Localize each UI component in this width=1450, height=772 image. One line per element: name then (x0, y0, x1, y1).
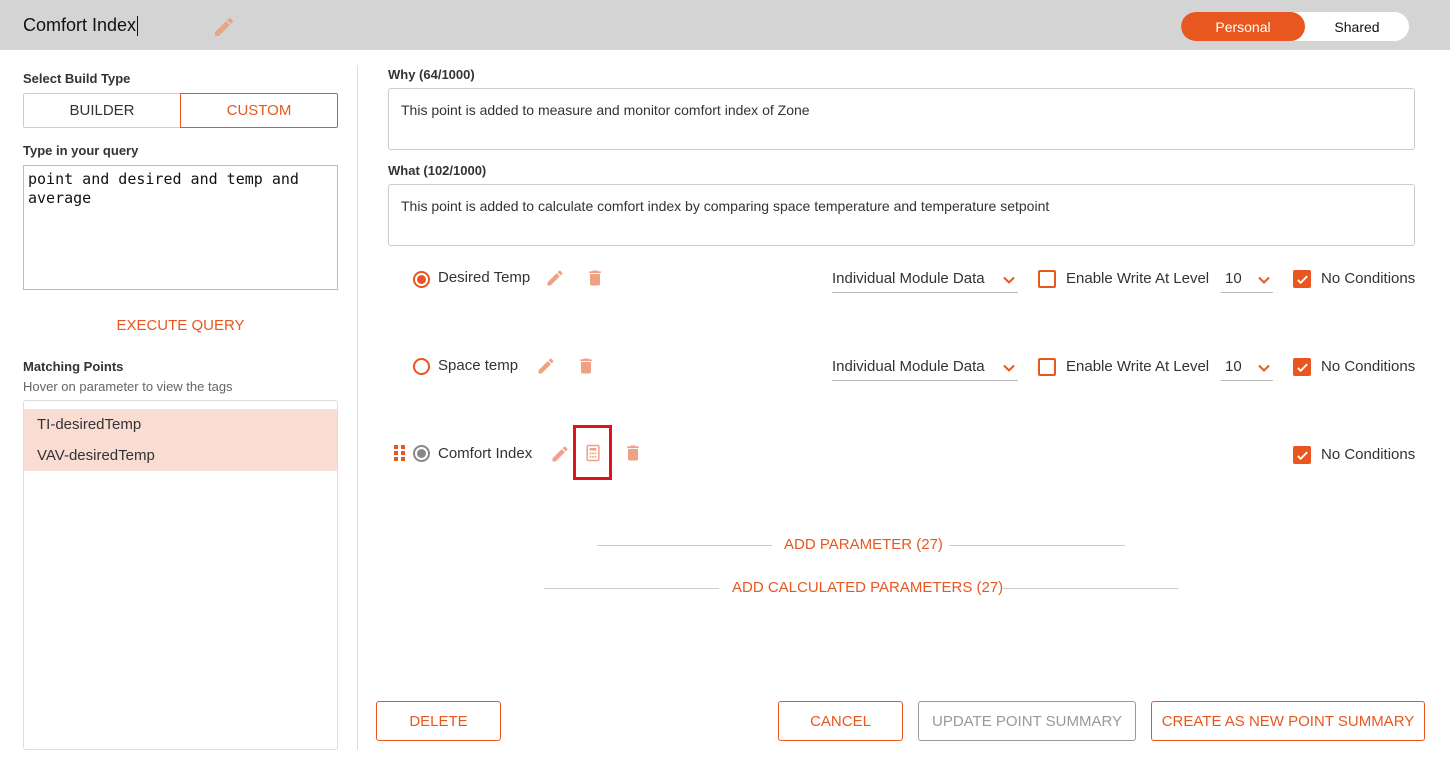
matching-points-list: TI-desiredTemp VAV-desiredTemp (23, 400, 338, 750)
chevron-down-icon (1003, 364, 1015, 372)
level-select[interactable]: 10 (1221, 355, 1273, 381)
level-value: 10 (1225, 358, 1242, 375)
no-conditions-checkbox[interactable] (1293, 270, 1311, 288)
scope-personal-button[interactable]: Personal (1181, 12, 1305, 41)
scope-shared-button[interactable]: Shared (1305, 12, 1409, 41)
pencil-icon[interactable] (550, 444, 570, 464)
check-icon (1297, 451, 1308, 461)
param-radio-desired-temp[interactable] (413, 271, 430, 288)
query-label: Type in your query (23, 143, 139, 158)
level-select[interactable]: 10 (1221, 267, 1273, 293)
enable-write-checkbox[interactable] (1038, 358, 1056, 376)
pencil-icon[interactable] (536, 356, 556, 376)
pencil-icon[interactable] (212, 15, 236, 39)
why-field[interactable]: This point is added to measure and monit… (388, 88, 1415, 150)
trash-icon[interactable] (585, 268, 605, 288)
builder-button[interactable]: BUILDER (23, 93, 180, 128)
enable-write-label: Enable Write At Level (1066, 270, 1210, 287)
point-title[interactable]: Comfort Index (23, 15, 139, 36)
what-field[interactable]: This point is added to calculate comfort… (388, 184, 1415, 246)
chevron-down-icon (1258, 276, 1270, 284)
update-point-summary-button[interactable]: UPDATE POINT SUMMARY (918, 701, 1136, 741)
add-calculated-parameters-link[interactable]: ADD CALCULATED PARAMETERS (27) (732, 579, 1003, 596)
param-name-space-temp: Space temp (438, 357, 519, 374)
text-cursor (137, 15, 139, 36)
level-value: 10 (1225, 270, 1242, 287)
add-parameter-link[interactable]: ADD PARAMETER (27) (784, 536, 943, 553)
list-item[interactable]: VAV-desiredTemp (24, 440, 337, 471)
scope-toggle: Personal Shared (1181, 12, 1409, 41)
build-type-label: Select Build Type (23, 71, 131, 86)
param-radio-comfort-index[interactable] (413, 445, 430, 462)
matching-points-hint: Hover on parameter to view the tags (23, 379, 233, 394)
divider-line (949, 545, 1125, 546)
param-radio-space-temp[interactable] (413, 358, 430, 375)
panel-divider (357, 65, 358, 750)
divider-line (1003, 588, 1178, 589)
enable-write-label: Enable Write At Level (1066, 358, 1210, 375)
no-conditions-label: No Conditions (1321, 270, 1416, 287)
pencil-icon[interactable] (545, 268, 565, 288)
enable-write-checkbox[interactable] (1038, 270, 1056, 288)
data-source-select[interactable]: Individual Module Data (832, 355, 1018, 381)
no-conditions-checkbox[interactable] (1293, 446, 1311, 464)
data-source-value: Individual Module Data (832, 270, 985, 287)
divider-line (597, 545, 772, 546)
create-new-point-summary-button[interactable]: CREATE AS NEW POINT SUMMARY (1151, 701, 1425, 741)
data-source-select[interactable]: Individual Module Data (832, 267, 1018, 293)
cancel-button[interactable]: CANCEL (778, 701, 903, 741)
what-label: What (102/1000) (388, 163, 487, 178)
custom-button[interactable]: CUSTOM (180, 93, 338, 128)
chevron-down-icon (1258, 364, 1270, 372)
trash-icon[interactable] (576, 356, 596, 376)
execute-query-button[interactable]: EXECUTE QUERY (23, 317, 338, 334)
data-source-value: Individual Module Data (832, 358, 985, 375)
no-conditions-checkbox[interactable] (1293, 358, 1311, 376)
build-type-selector: BUILDER CUSTOM (23, 93, 338, 128)
no-conditions-label: No Conditions (1321, 446, 1416, 463)
divider-line (544, 588, 719, 589)
list-item[interactable]: TI-desiredTemp (24, 409, 337, 440)
top-header: Comfort Index Personal Shared (0, 0, 1450, 50)
drag-handle-icon[interactable] (393, 444, 407, 462)
delete-button[interactable]: DELETE (376, 701, 501, 741)
trash-icon[interactable] (623, 443, 643, 463)
point-title-text: Comfort Index (23, 15, 137, 35)
no-conditions-label: No Conditions (1321, 358, 1416, 375)
check-icon (1297, 363, 1308, 373)
calculator-icon[interactable] (583, 443, 603, 463)
matching-points-label: Matching Points (23, 359, 124, 374)
why-label: Why (64/1000) (388, 67, 475, 82)
param-name-desired-temp: Desired Temp (438, 269, 531, 286)
param-name-comfort-index: Comfort Index (438, 445, 533, 462)
chevron-down-icon (1003, 276, 1015, 284)
query-textarea[interactable]: point and desired and temp and average (23, 165, 338, 290)
check-icon (1297, 275, 1308, 285)
